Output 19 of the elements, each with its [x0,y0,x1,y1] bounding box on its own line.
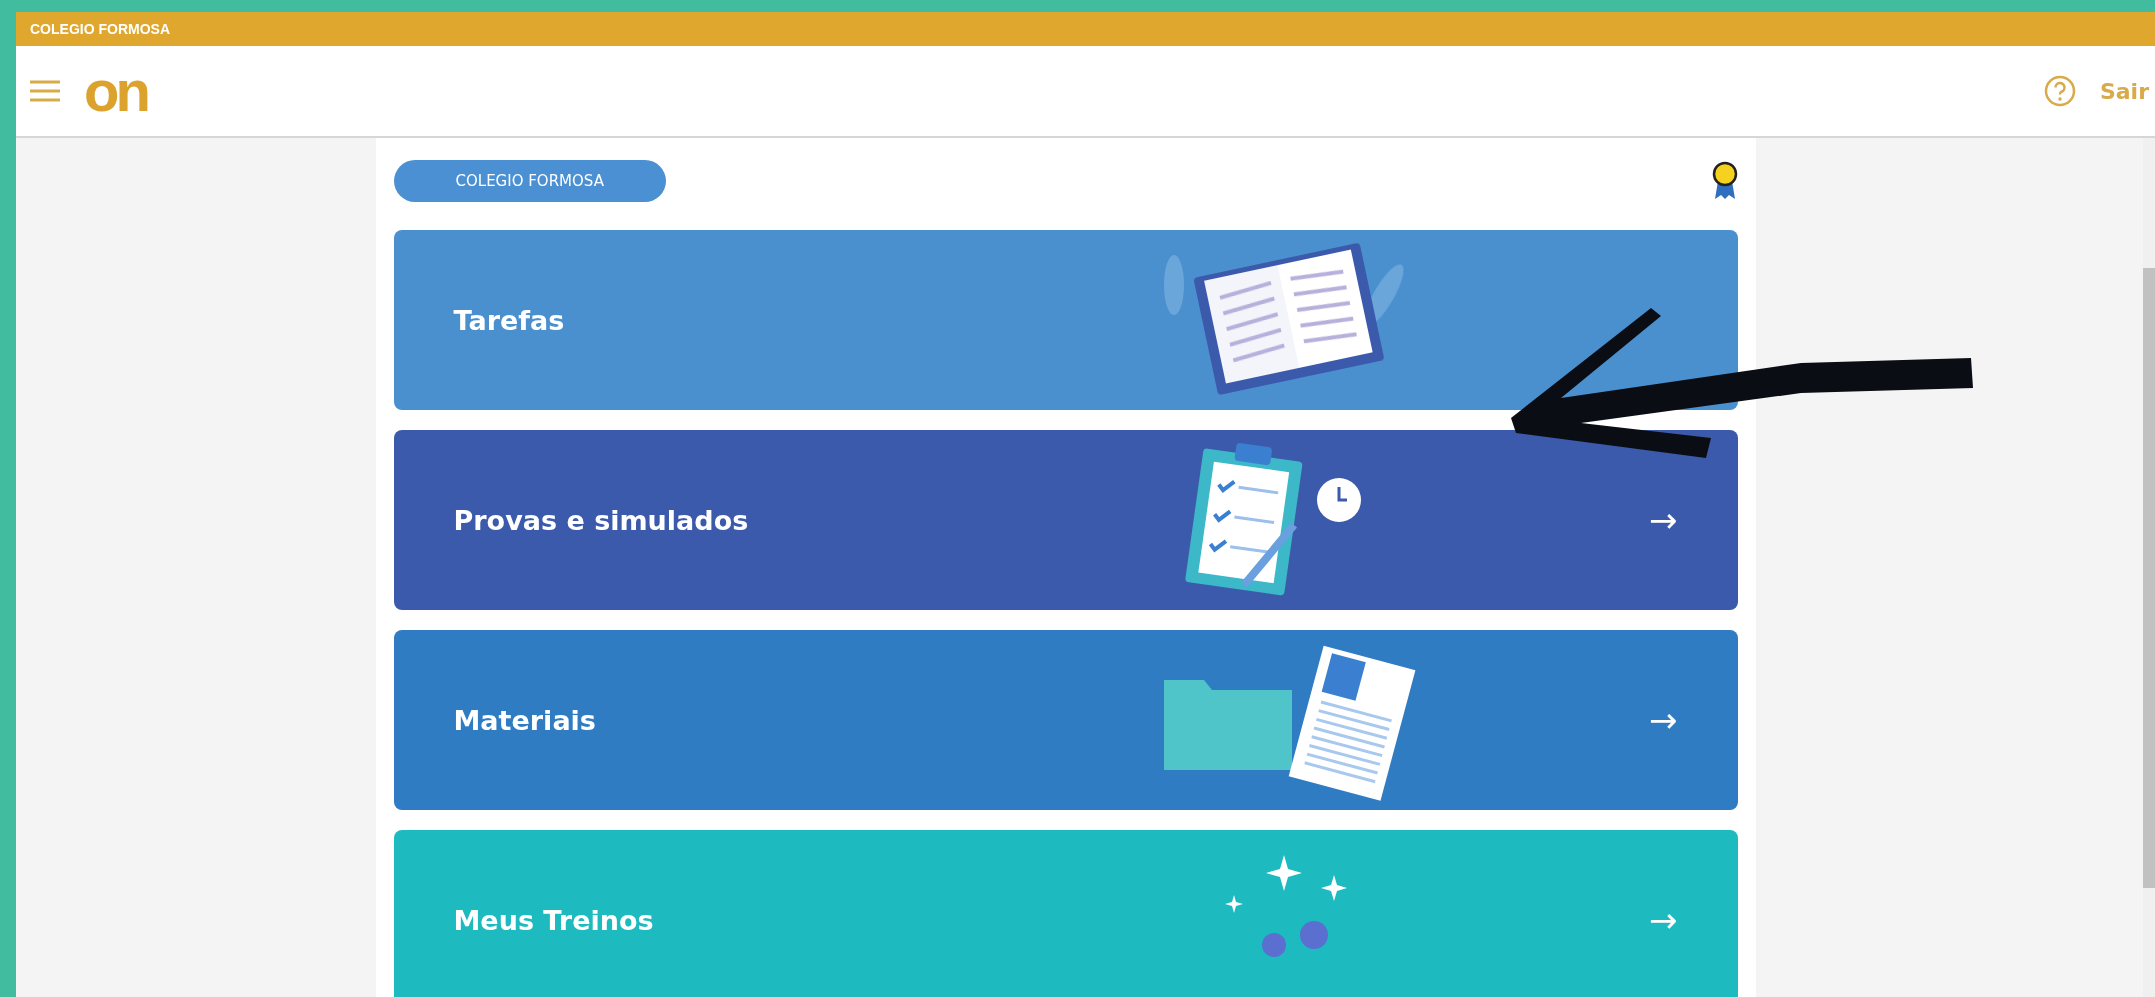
menu-card[interactable]: Tarefas [393,230,1738,410]
arrow-right-icon: → [1649,500,1678,540]
menu-card[interactable]: Provas e simulados → [393,430,1738,610]
menu-card[interactable]: Materiais → [393,630,1738,810]
logo[interactable]: on [84,62,147,120]
menu-card[interactable]: Meus Treinos → [393,830,1738,997]
card-title: Provas e simulados [453,504,750,536]
scrollbar[interactable] [2143,138,2155,997]
arrow-right-icon: → [1649,900,1678,940]
card-title: Meus Treinos [453,904,655,936]
school-name: COLEGIO FORMOSA [30,21,170,37]
card-title: Materiais [453,704,597,736]
help-icon[interactable] [2043,75,2076,107]
logout-link[interactable]: Sair [2099,78,2149,104]
menu-icon[interactable] [30,80,60,102]
arrow-right-icon: → [1649,700,1678,740]
school-tag: COLEGIO FORMOSA [393,160,666,202]
award-ribbon-icon[interactable] [1711,161,1738,201]
card-title: Tarefas [453,304,566,336]
